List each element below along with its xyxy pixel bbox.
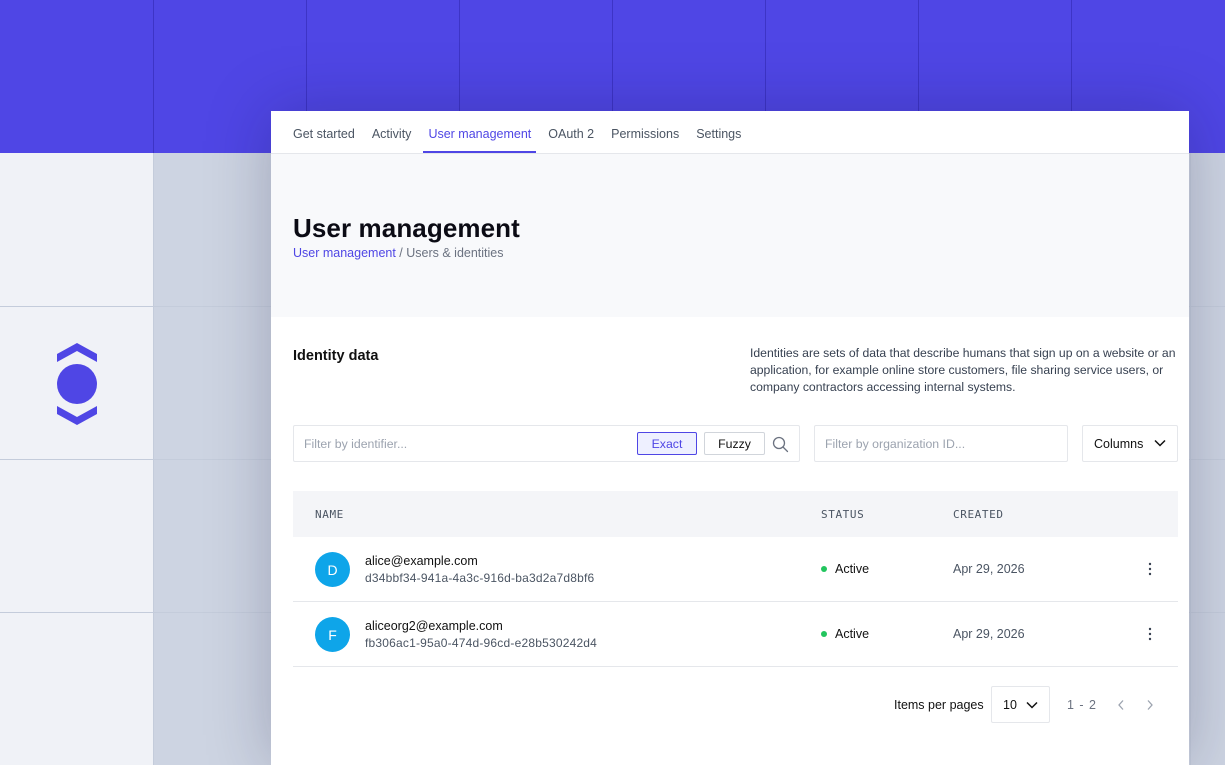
identifier-filter-input[interactable]: Filter by identifier... [304, 437, 407, 451]
column-header-created: CREATED [953, 508, 1004, 521]
fuzzy-match-button[interactable]: Fuzzy [704, 432, 765, 455]
created-date: Apr 29, 2026 [953, 627, 1025, 641]
page-range: 1 - 2 [1067, 698, 1098, 712]
top-tabs: Get started Activity User management OAu… [271, 111, 1189, 154]
breadcrumb-current: Users & identities [406, 246, 504, 260]
status-dot-icon [821, 566, 827, 572]
chevron-right-icon[interactable] [1145, 699, 1155, 711]
page-header: User management User management / Users … [271, 154, 1189, 317]
organization-filter-input[interactable]: Filter by organization ID... [825, 437, 965, 451]
ory-logo-icon [57, 343, 97, 425]
identity-section: Identity data Identities are sets of dat… [271, 317, 1189, 765]
tab-activity[interactable]: Activity [367, 127, 417, 153]
status-text: Active [835, 627, 870, 641]
table-row[interactable]: D alice@example.com d34bbf34-941a-4a3c-9… [293, 537, 1178, 602]
chevron-down-icon [1154, 439, 1166, 447]
column-header-status: STATUS [821, 508, 865, 521]
section-description: Identities are sets of data that describ… [750, 346, 1176, 394]
status-text: Active [835, 562, 870, 576]
columns-label: Columns [1094, 436, 1144, 451]
exact-match-button[interactable]: Exact [637, 432, 697, 455]
organization-filter[interactable]: Filter by organization ID... [814, 425, 1068, 462]
chevron-down-icon [1026, 701, 1038, 709]
breadcrumb-separator: / [395, 246, 407, 260]
tab-get-started[interactable]: Get started [288, 127, 360, 153]
breadcrumb: User management / Users & identities [293, 246, 1167, 260]
status-badge: Active [821, 627, 869, 641]
grid-line [153, 0, 154, 153]
identity-email[interactable]: aliceorg2@example.com [365, 619, 503, 633]
tab-settings[interactable]: Settings [691, 127, 746, 153]
tab-oauth2[interactable]: OAuth 2 [543, 127, 599, 153]
identity-id: d34bbf34-941a-4a3c-916d-ba3d2a7d8bf6 [365, 571, 595, 585]
more-options-icon[interactable] [1144, 561, 1156, 577]
section-title: Identity data [293, 348, 379, 364]
main-panel: Get started Activity User management OAu… [271, 111, 1189, 765]
avatar: D [315, 552, 350, 587]
status-dot-icon [821, 631, 827, 637]
items-per-page-label: Items per pages [894, 698, 984, 712]
tab-user-management[interactable]: User management [423, 127, 537, 153]
chevron-left-icon[interactable] [1116, 699, 1126, 711]
page-size-value: 10 [1003, 698, 1017, 712]
columns-dropdown[interactable]: Columns [1082, 425, 1178, 462]
column-header-name: NAME [315, 508, 344, 521]
breadcrumb-link-user-management[interactable]: User management [293, 246, 396, 260]
table-row[interactable]: F aliceorg2@example.com fb306ac1-95a0-47… [293, 602, 1178, 667]
identity-email[interactable]: alice@example.com [365, 554, 478, 568]
identities-table: NAME STATUS CREATED D alice@example.com … [293, 491, 1178, 667]
search-icon[interactable] [772, 436, 789, 453]
created-date: Apr 29, 2026 [953, 562, 1025, 576]
page-title: User management [293, 213, 520, 243]
status-badge: Active [821, 562, 869, 576]
tab-permissions[interactable]: Permissions [606, 127, 684, 153]
avatar: F [315, 617, 350, 652]
identity-id: fb306ac1-95a0-474d-96cd-e28b530242d4 [365, 636, 598, 650]
table-header: NAME STATUS CREATED [293, 491, 1178, 537]
identifier-filter: Filter by identifier... Exact Fuzzy [293, 425, 800, 462]
page-size-select[interactable]: 10 [991, 686, 1050, 723]
more-options-icon[interactable] [1144, 626, 1156, 642]
